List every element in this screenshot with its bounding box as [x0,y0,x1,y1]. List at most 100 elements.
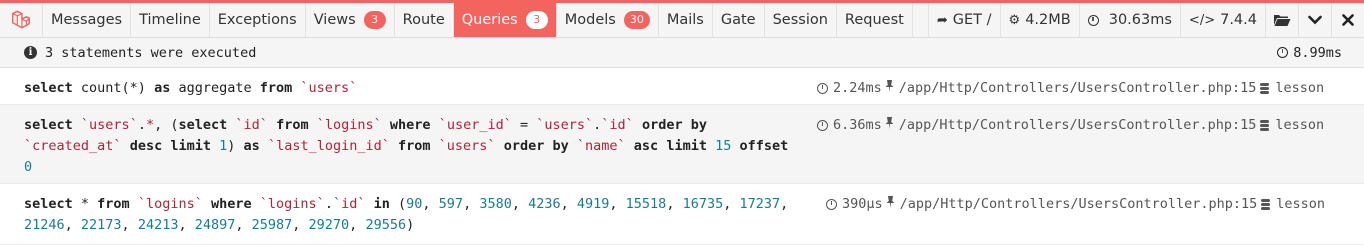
tab-label: Exceptions [217,12,297,28]
laravel-logo-icon[interactable] [0,3,43,37]
statement-duration: 6.36ms [833,117,882,133]
duration-value: 30.63ms [1108,12,1172,28]
info-icon: i [24,46,37,59]
tab-label: Session [772,12,828,28]
tab-count-badge: 3 [363,11,386,29]
sql-query: select count(*) as aggregate from `users… [24,78,357,99]
tab-mails[interactable]: Mails [659,3,713,37]
statement-connection: lesson [1275,80,1325,96]
clock-icon [817,120,828,131]
statement-row[interactable]: select * from `logins` where `logins`.`i… [0,184,1364,245]
sql-keyword: as [243,138,260,154]
tab-messages[interactable]: Messages [43,3,132,37]
sql-text: . [137,117,146,133]
total-time: 8.99ms [1277,45,1364,61]
sql-identifier: * [145,117,155,133]
sql-identifier: `name` [576,138,626,154]
request-label: GET / [952,12,992,28]
tab-label: Messages [51,12,123,28]
statement-duration: 390μs [842,196,883,212]
sql-line: `created_at` desc limit 1) as `last_logi… [24,136,788,157]
tab-queries[interactable]: Queries 3 [453,3,557,37]
php-version: </> 7.4.4 [1179,3,1265,37]
clock-icon [1087,14,1104,26]
tab-session[interactable]: Session [765,3,837,37]
sql-number: 0 [24,159,33,175]
request-method[interactable]: ➦ GET / [927,3,1000,37]
sql-line: select `users`.*, (select `id` from `log… [24,115,788,136]
statement-source[interactable]: /app/Http/Controllers/UsersController.ph… [900,194,1258,215]
sql-text: , [723,196,740,212]
sql-keyword: select [24,80,73,96]
sql-query: select * from `logins` where `logins`.`i… [24,194,788,236]
statement-source[interactable]: /app/Http/Controllers/UsersController.ph… [899,115,1257,136]
cogs-icon: ⚙ [1008,12,1021,28]
statement-meta: 6.36ms/app/Http/Controllers/UsersControl… [817,115,1324,136]
sql-text: , [178,217,195,233]
sql-identifier: `users` [300,80,358,96]
sql-text: , [780,196,789,212]
sql-number: 29270 [308,217,350,233]
tab-label: Queries [461,12,518,28]
tab-timeline[interactable]: Timeline [131,3,210,37]
sql-number: 15518 [625,196,667,212]
sql-text: , [235,217,252,233]
statement-meta: 390μs/app/Http/Controllers/UsersControll… [826,194,1325,215]
tab-label: Request [844,12,904,28]
tab-models[interactable]: Models 30 [557,3,659,37]
sql-keyword: where [211,196,252,212]
debugbar-header: Messages Timeline Exceptions Views 3 Route Que… [0,0,1364,38]
statement-source[interactable]: /app/Http/Controllers/UsersController.ph… [899,78,1257,99]
clock-icon [817,83,828,94]
statement-connection: lesson [1275,117,1325,133]
sql-text: , [64,217,81,233]
open-folder-button[interactable] [1265,3,1298,37]
sql-keyword: limit [666,138,707,154]
sql-number: 24213 [137,217,179,233]
tab-gate[interactable]: Gate [713,3,765,37]
sql-number: 597 [438,196,464,212]
sql-text: ) [227,138,244,154]
sql-identifier: `users` [536,117,594,133]
sql-text: , [511,196,529,212]
statement-row[interactable]: select `users`.*, (select `id` from `log… [0,105,1364,184]
tab-label: Timeline [139,12,201,28]
tab-label: Route [402,12,445,28]
sql-number: 17237 [739,196,781,212]
sql-number: 90 [406,196,423,212]
close-button[interactable] [1331,3,1364,37]
sql-text: , [292,217,309,233]
statements-count-text: 3 statements were executed [45,44,257,61]
minimize-button[interactable] [1298,3,1331,37]
sql-number: 29556 [365,217,407,233]
tab-route[interactable]: Route [395,3,454,37]
sql-line: select count(*) as aggregate from `users… [24,78,357,99]
sql-text: , [560,196,577,212]
tab-request[interactable]: Request [837,3,913,37]
sql-identifier: `id` [235,117,268,133]
database-icon [1261,199,1271,210]
memory-value: 4.2MB [1025,12,1071,28]
request-duration[interactable]: 30.63ms [1078,3,1180,37]
sql-keyword: order by [503,138,569,154]
tab-label: Gate [720,12,756,28]
sql-keyword: limit [170,138,211,154]
code-icon: </> [1188,12,1216,28]
sql-number: 21246 [24,217,65,233]
sql-identifier: `last_login_id` [267,138,390,154]
sql-line: 0 [24,157,788,178]
tab-views[interactable]: Views 3 [306,3,395,37]
sql-text: * [72,196,98,212]
statement-row[interactable]: select count(*) as aggregate from `users… [0,68,1364,105]
tab-exceptions[interactable]: Exceptions [210,3,306,37]
